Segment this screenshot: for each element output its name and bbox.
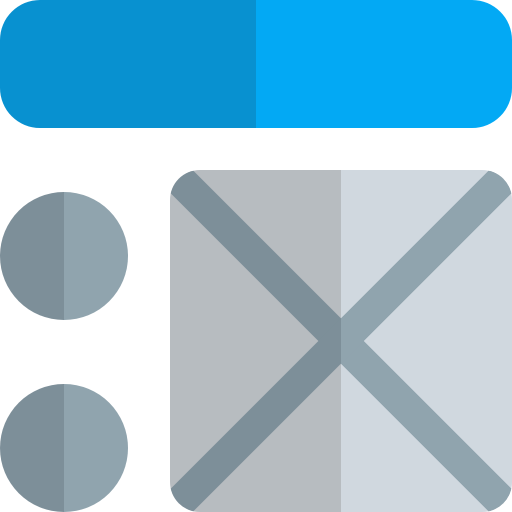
header-bar-icon bbox=[0, 0, 512, 128]
bullet-circle-icon bbox=[0, 192, 128, 320]
image-placeholder-icon bbox=[170, 170, 512, 512]
layout-wireframe-icon bbox=[0, 0, 512, 512]
bullet-circle-icon bbox=[0, 384, 128, 512]
